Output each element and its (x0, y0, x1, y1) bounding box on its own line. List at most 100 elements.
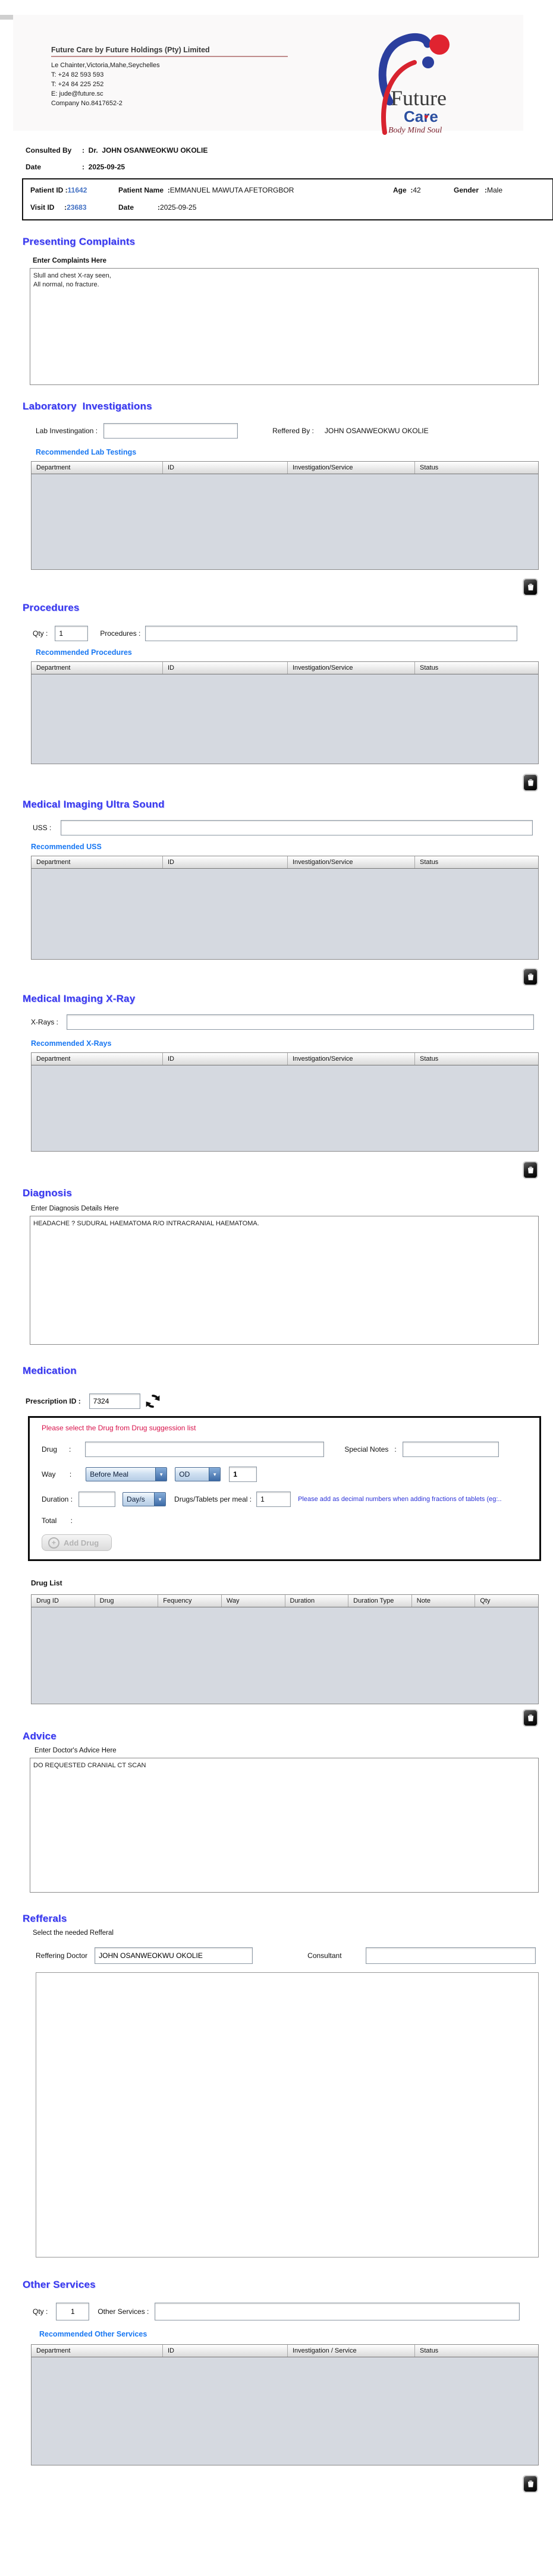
trash-icon (527, 973, 533, 980)
refresh-icon[interactable] (145, 1393, 161, 1409)
recommended-procedures-link[interactable]: Recommended Procedures (36, 648, 553, 657)
other-services-input[interactable] (155, 2303, 520, 2320)
section-title-diagnosis: Diagnosis (23, 1187, 73, 1199)
xray-col-id[interactable]: ID (163, 1053, 288, 1065)
section-title-presenting-complaints: Presenting Complaints (23, 236, 136, 247)
drug-col-qty[interactable]: Qty (475, 1595, 538, 1607)
add-drug-label: Add Drug (64, 1538, 99, 1547)
lab-table-body[interactable] (32, 474, 538, 569)
advice-textarea[interactable]: DO REQUESTED CRANIAL CT SCAN (30, 1758, 539, 1893)
drug-col-frequency[interactable]: Fequency (158, 1595, 222, 1607)
recommended-xray-link[interactable]: Recommended X-Rays (31, 1039, 553, 1048)
procedures-qty-input[interactable] (55, 626, 89, 641)
logo-word-future: Future (391, 86, 447, 110)
xray-table-body[interactable] (32, 1065, 538, 1151)
trash-icon (527, 2480, 533, 2487)
drug-col-id[interactable]: Drug ID (32, 1595, 95, 1607)
special-notes-input[interactable] (402, 1442, 499, 1457)
delete-drugs-button[interactable] (523, 1709, 538, 1727)
visit-date-label: Date : (118, 203, 161, 212)
recommended-lab-link[interactable]: Recommended Lab Testings (36, 448, 553, 456)
delete-xray-button[interactable] (523, 1161, 538, 1179)
frequency-selected-value: OD (179, 1470, 190, 1478)
procedures-col-id[interactable]: ID (163, 662, 288, 674)
procedures-table-body[interactable] (32, 674, 538, 764)
patient-id-value: 11642 (67, 186, 87, 194)
other-qty-input[interactable] (56, 2303, 90, 2320)
drug-col-note[interactable]: Note (412, 1595, 476, 1607)
consulted-by-row: Consulted By : Dr. JOHN OSANWEOKWU OKOLI… (26, 146, 553, 155)
refferal-list-box[interactable] (36, 1972, 539, 2257)
per-meal-input[interactable] (256, 1492, 291, 1507)
section-title-refferals: Refferals (23, 1913, 67, 1924)
delete-other-services-button[interactable] (523, 2475, 538, 2493)
procedures-input[interactable] (145, 626, 518, 641)
delete-procedures-button[interactable] (523, 774, 538, 792)
other-col-department[interactable]: Department (32, 2345, 163, 2357)
drug-col-drug[interactable]: Drug (95, 1595, 159, 1607)
uss-col-department[interactable]: Department (32, 856, 163, 868)
recommended-uss-link[interactable]: Recommended USS (31, 843, 553, 851)
recommended-other-link[interactable]: Recommended Other Services (39, 2330, 553, 2338)
uss-col-id[interactable]: ID (163, 856, 288, 868)
delete-lab-items-button[interactable] (523, 578, 538, 596)
lab-investigation-input[interactable] (103, 423, 238, 439)
visit-id-value: 23683 (67, 203, 87, 212)
visit-id-label: Visit ID : (30, 203, 67, 212)
drug-table-body[interactable] (32, 1607, 538, 1704)
duration-label: Duration : (42, 1495, 73, 1503)
consultant-label: Consultant (307, 1951, 342, 1960)
prescription-id-input[interactable] (89, 1393, 140, 1409)
total-row: Total : (42, 1516, 539, 1525)
uss-label: USS : (33, 824, 52, 832)
xray-input[interactable] (67, 1014, 535, 1030)
section-title-other-services: Other Services (23, 2279, 96, 2290)
frequency-select[interactable]: OD ▼ (175, 1467, 221, 1481)
consultant-input[interactable] (365, 1947, 536, 1964)
lab-table: Department ID Investigation/Service Stat… (31, 461, 539, 570)
procedures-col-investigation[interactable]: Investigation/Service (288, 662, 415, 674)
xray-col-investigation[interactable]: Investigation/Service (288, 1053, 415, 1065)
procedures-col-department[interactable]: Department (32, 662, 163, 674)
uss-table-body[interactable] (32, 869, 538, 959)
visit-date-value: 2025-09-25 (160, 203, 197, 212)
add-drug-button[interactable]: + Add Drug (42, 1534, 112, 1551)
uss-col-status[interactable]: Status (415, 856, 538, 868)
lab-col-id[interactable]: ID (163, 462, 288, 474)
duration-unit-select[interactable]: Day/s ▼ (122, 1492, 166, 1506)
drug-input[interactable] (85, 1442, 325, 1457)
procedures-col-status[interactable]: Status (415, 662, 538, 674)
complaints-textarea[interactable]: Slull and chest X-ray seen, All normal, … (30, 268, 539, 385)
drug-col-way[interactable]: Way (222, 1595, 285, 1607)
lab-col-investigation[interactable]: Investigation/Service (288, 462, 415, 474)
duration-row: Duration : Day/s ▼ Drugs/Tablets per mea… (42, 1492, 539, 1507)
date-value: : 2025-09-25 (82, 163, 125, 171)
drug-col-duration[interactable]: Duration (285, 1595, 349, 1607)
uss-table: Department ID Investigation/Service Stat… (31, 856, 539, 960)
uss-table-header: Department ID Investigation/Service Stat… (32, 856, 538, 869)
section-title-medication: Medication (23, 1365, 77, 1376)
diagnosis-textarea[interactable]: HEADACHE ? SUDURAL HAEMATOMA R/O INTRACR… (30, 1216, 539, 1345)
other-col-status[interactable]: Status (415, 2345, 538, 2357)
xray-col-department[interactable]: Department (32, 1053, 163, 1065)
reffering-doctor-input[interactable] (95, 1947, 253, 1964)
times-input[interactable] (229, 1467, 257, 1482)
patient-id-label: Patient ID : (30, 186, 68, 194)
procedures-qty-label: Qty : (33, 629, 48, 638)
gender-value: Male (487, 186, 503, 194)
drug-col-duration-type[interactable]: Duration Type (348, 1595, 412, 1607)
lab-col-status[interactable]: Status (415, 462, 538, 474)
reffered-by-label: Reffered By : (272, 427, 314, 435)
lab-col-department[interactable]: Department (32, 462, 163, 474)
procedures-table-header: Department ID Investigation/Service Stat… (32, 662, 538, 674)
other-col-investigation[interactable]: Investigation / Service (288, 2345, 415, 2357)
duration-input[interactable] (78, 1492, 116, 1507)
company-phone-2: T: +24 84 225 252 (51, 81, 104, 88)
other-col-id[interactable]: ID (163, 2345, 288, 2357)
xray-col-status[interactable]: Status (415, 1053, 538, 1065)
delete-uss-button[interactable] (523, 968, 538, 986)
uss-input[interactable] (61, 820, 533, 835)
other-table-body[interactable] (32, 2357, 538, 2465)
way-select[interactable]: Before Meal ▼ (86, 1467, 168, 1481)
uss-col-investigation[interactable]: Investigation/Service (288, 856, 415, 868)
